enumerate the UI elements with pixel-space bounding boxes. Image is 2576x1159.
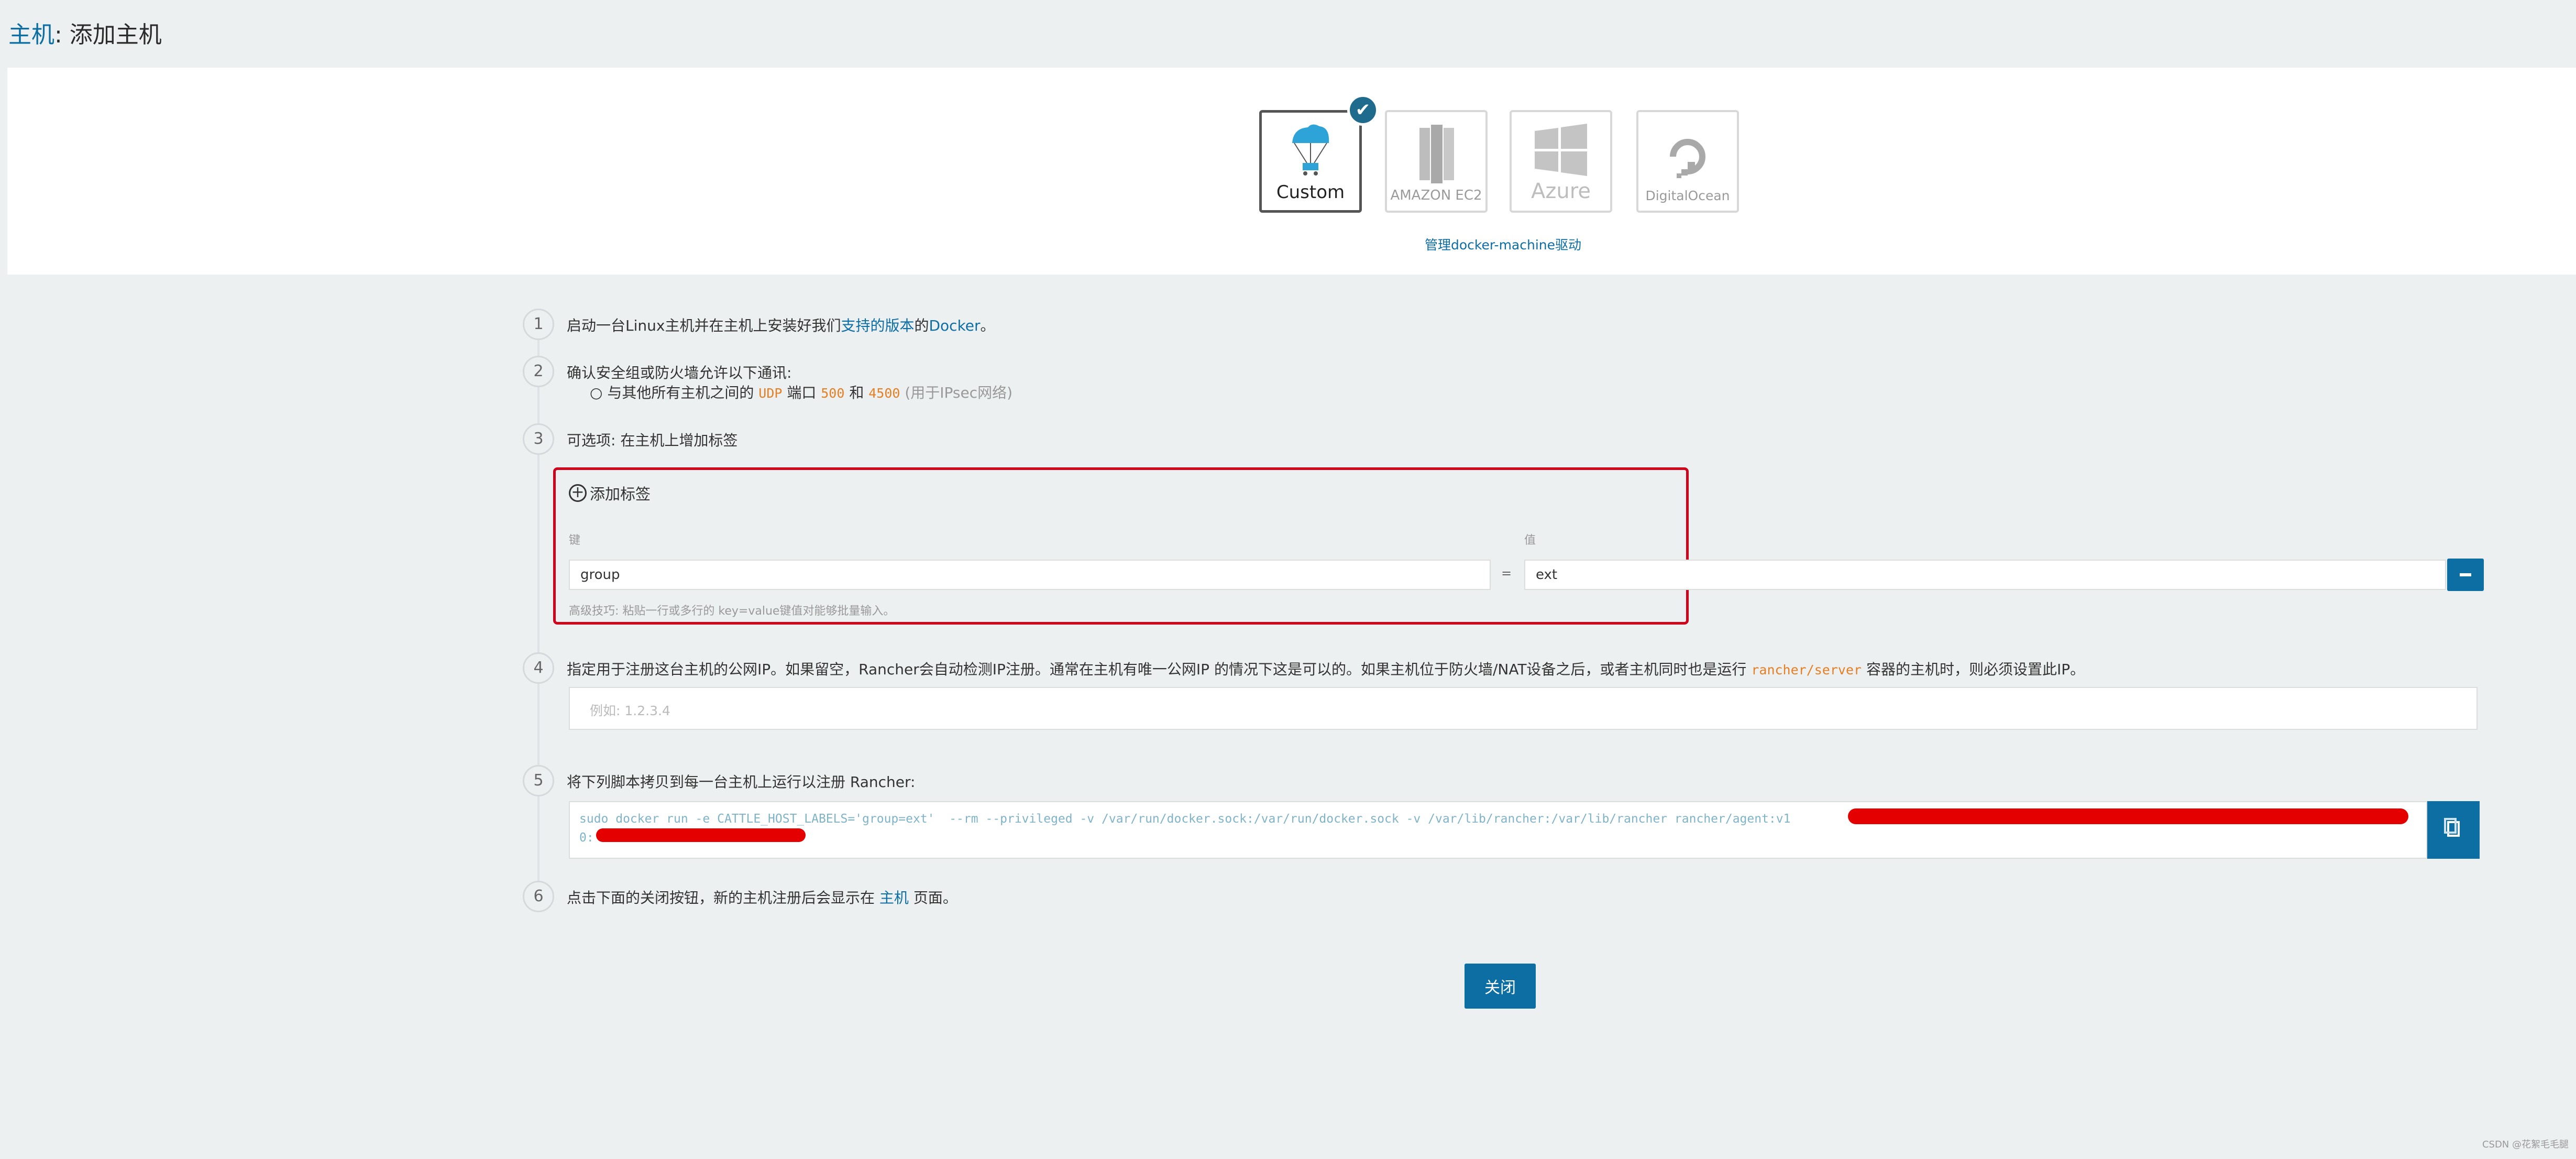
step-1-text-b: 的 [914,317,929,334]
port-500-code: 500 [821,386,845,401]
page-title: 主机: 添加主机 [8,16,162,49]
redaction-mark-2 [596,828,806,842]
step-3-text: 可选项: 在主机上增加标签 [567,432,738,449]
step-4-text-b: 容器的主机时，则必须设置此IP。 [1866,661,2085,678]
azure-windows-icon [1535,124,1587,176]
driver-azure-label: Azure [1531,179,1591,203]
driver-custom-label: Custom [1276,182,1345,203]
step-6-text-a: 点击下面的关闭按钮，新的主机注册后会显示在 [567,889,875,906]
command-line-2: 0: [579,831,594,845]
step-1-text-c: 。 [980,317,995,334]
step-4-text-a: 指定用于注册这台主机的公网IP。如果留空，Rancher会自动检测IP注册。通常… [567,661,1747,678]
watermark: CSDN @花絮毛毛腿 [2482,1139,2569,1150]
step-6-text-b: 页面。 [913,889,957,906]
docker-link[interactable]: Docker [929,317,980,334]
register-command-box[interactable]: sudo docker run -e CATTLE_HOST_LABELS='g… [569,801,2427,859]
plus-circle-icon: + [569,484,587,502]
manage-drivers-link[interactable]: 管理docker-machine驱动 [1425,235,1581,254]
step-4-number: 4 [523,652,554,684]
add-label-button[interactable]: + 添加标签 [569,482,651,504]
driver-custom-tile[interactable]: Custom [1259,110,1362,213]
driver-digitalocean-tile[interactable]: DigitalOcean [1636,110,1739,213]
hosts-page-link[interactable]: 主机 [879,889,909,906]
driver-amazon-ec2-label: AMAZON EC2 [1390,188,1482,203]
public-ip-placeholder: 例如: 1.2.3.4 [590,703,670,718]
ipsec-note: (用于IPsec网络) [905,384,1013,401]
selected-check-icon: ✔ [1347,94,1379,126]
step-3-number: 3 [523,423,554,455]
driver-azure-tile[interactable]: Azure [1510,110,1612,213]
udp-code: UDP [758,386,783,401]
parachute-icon [1292,124,1329,176]
step-4-text: 指定用于注册这台主机的公网IP。如果留空，Rancher会自动检测IP注册。通常… [567,658,2085,679]
key-label: 键 [569,534,581,547]
step-6-number: 6 [523,881,554,912]
step-1-text: 启动一台Linux主机并在主机上安装好我们支持的版本的Docker。 [567,314,995,335]
supported-versions-link[interactable]: 支持的版本 [841,317,914,334]
redaction-mark-1 [1848,808,2408,824]
public-ip-input[interactable]: 例如: 1.2.3.4 [569,687,2478,730]
step-2-bullet-b: 端口 [787,384,817,401]
highlight-box [553,467,1689,625]
port-4500-code: 4500 [868,386,900,401]
copy-command-button[interactable] [2427,801,2480,859]
step-5-number: 5 [523,765,554,796]
step-2-bullet-c: 和 [849,384,864,401]
digitalocean-icon [1670,139,1705,178]
driver-digitalocean-label: DigitalOcean [1645,188,1730,203]
rancher-server-code: rancher/server [1751,662,1862,677]
step-5-text: 将下列脚本拷贝到每一台主机上运行以注册 Rancher: [567,773,916,791]
steps-timeline [537,309,540,901]
page-title-text: : 添加主机 [54,21,162,48]
remove-label-button[interactable] [2447,559,2484,591]
step-1-text-a: 启动一台Linux主机并在主机上安装好我们 [567,317,841,334]
close-button[interactable]: 关闭 [1465,964,1536,1009]
driver-amazon-ec2-tile[interactable]: AMAZON EC2 [1385,110,1488,213]
step-1-number: 1 [523,309,554,340]
equals-sign: = [1501,566,1512,581]
step-2-text: 确认安全组或防火墙允许以下通讯: [567,364,792,381]
label-value-input[interactable]: ext [1524,560,2446,590]
batch-input-hint: 高级技巧: 粘贴一行或多行的 key=value键值对能够批量输入。 [569,605,895,618]
step-6-text: 点击下面的关闭按钮，新的主机注册后会显示在 主机 页面。 [567,887,957,907]
amazon-ec2-icon [1419,125,1454,183]
step-2-bullet-a: 与其他所有主机之间的 [607,384,754,401]
label-key-input[interactable]: group [569,560,1491,590]
bullet-dot: ○ [590,384,608,401]
step-2-number: 2 [523,356,554,387]
command-line-1: sudo docker run -e CATTLE_HOST_LABELS='g… [579,812,1791,826]
value-label: 值 [1524,534,1536,547]
step-2-bullet: ○ 与其他所有主机之间的 UDP 端口 500 和 4500 (用于IPsec网… [590,381,1012,402]
copy-icon [2444,818,2460,837]
add-label-text: 添加标签 [590,485,651,503]
breadcrumb-hosts-link[interactable]: 主机 [8,21,54,48]
